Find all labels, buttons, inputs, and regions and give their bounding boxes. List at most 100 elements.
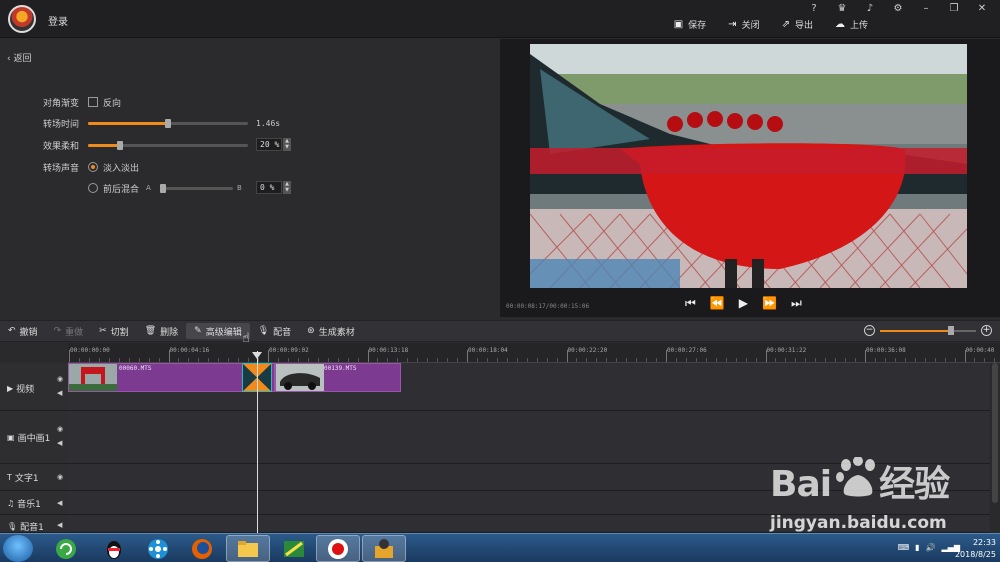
video-editor-window: 登录 ▣ 保存 ⇥ 关闭 ⇗ 导出 ☁ 上传 ? ♛ ♪ ⚙ – ❐ ✕ ‹ 返… <box>0 0 1000 562</box>
taskbar-app-6[interactable] <box>272 535 316 562</box>
user-avatar[interactable] <box>8 5 36 33</box>
dub-button[interactable]: 🎙 配音 <box>250 323 299 339</box>
network-icon[interactable]: ▮ <box>915 543 919 552</box>
duration-slider[interactable] <box>88 119 248 128</box>
taskbar-video-editor[interactable] <box>362 535 406 562</box>
softness-row: 效果柔和 20 % ▲ ▼ <box>0 138 500 152</box>
export-icon: ⇗ <box>781 19 790 30</box>
eye-icon[interactable]: ◉ <box>57 473 63 481</box>
taskbar-media[interactable] <box>136 535 180 562</box>
taskbar-explorer[interactable] <box>226 535 270 562</box>
minimize-button[interactable]: – <box>918 3 934 14</box>
skip-start-icon[interactable]: ⏮ <box>685 296 696 311</box>
mix-row: 前后混合 A B 0 % ▲ ▼ <box>0 181 500 195</box>
step-forward-icon[interactable]: ⏩ <box>762 296 777 311</box>
delete-button[interactable]: 🗑 删除 <box>137 323 186 339</box>
ruler-minor-tick <box>327 358 329 362</box>
back-button[interactable]: ‹ 返回 <box>7 51 32 64</box>
ruler-tick-label: 00:00:09:02 <box>269 347 309 354</box>
vip-icon[interactable]: ♛ <box>834 3 850 14</box>
zoom-slider-knob[interactable] <box>948 326 955 335</box>
skip-end-icon[interactable]: ⏭ <box>791 296 802 311</box>
ruler-minor-tick <box>457 358 459 362</box>
ruler-minor-tick <box>417 358 419 362</box>
maximize-button[interactable]: ❐ <box>946 3 962 14</box>
zoom-out-button[interactable]: − <box>864 325 875 336</box>
ruler-minor-tick <box>516 358 518 362</box>
step-back-icon[interactable]: ⏪ <box>710 296 725 311</box>
ruler-minor-tick <box>506 358 508 362</box>
mix-slider[interactable] <box>160 184 233 193</box>
eye-icon[interactable]: ◉ <box>57 425 63 433</box>
close-window-button[interactable]: ✕ <box>974 3 990 14</box>
cut-button[interactable]: ✂ 切割 <box>91 323 137 339</box>
softness-slider[interactable] <box>88 141 248 150</box>
zoom-in-button[interactable]: + <box>981 325 992 336</box>
start-button[interactable] <box>3 535 33 562</box>
undo-icon: ↶ <box>8 326 16 336</box>
fade-radio[interactable] <box>88 162 98 172</box>
taskbar-clock[interactable]: 22:33 2018/8/25 <box>955 537 996 561</box>
help-button[interactable]: ? <box>806 3 822 14</box>
softness-input[interactable]: 20 % <box>256 138 282 151</box>
mix-radio[interactable] <box>88 183 98 193</box>
speaker-icon[interactable]: ◀ <box>57 389 62 397</box>
redo-label: 重做 <box>65 327 84 338</box>
watermark-url: jingyan.baidu.com <box>770 513 947 533</box>
timeline-scrollbar[interactable] <box>992 363 998 503</box>
close-project-button[interactable]: ⇥ 关闭 <box>728 18 759 31</box>
mix-spinner[interactable]: ▲ ▼ <box>283 181 291 194</box>
mix-slider-knob[interactable] <box>160 184 166 193</box>
keyboard-icon[interactable]: ⌨ <box>898 543 910 552</box>
advanced-edit-button[interactable]: ✎ 高级编辑 <box>186 323 250 339</box>
save-button[interactable]: ▣ 保存 <box>674 18 706 31</box>
export-label: 导出 <box>794 21 813 31</box>
taskbar-recorder[interactable] <box>316 535 360 562</box>
track-header-text: T 文字1 ◉ <box>0 464 68 491</box>
clip-00139[interactable]: 00139.MTS <box>275 363 401 392</box>
redo-button[interactable]: ↷ 重做 <box>46 323 92 339</box>
fade-label: 淡入淡出 <box>103 163 140 174</box>
speaker-icon[interactable]: ◀ <box>57 521 62 529</box>
volume-icon[interactable]: 🔊 <box>926 543 936 552</box>
taskbar-qq[interactable] <box>92 535 136 562</box>
qq-penguin-icon <box>107 540 121 559</box>
softness-slider-knob[interactable] <box>117 141 123 150</box>
time-ruler[interactable]: 00:00:00:00 00:00:04:16 00:00:09:02 00:00:1… <box>68 343 1000 363</box>
track-video[interactable]: 00060.MTS 00139.MTS <box>68 363 990 411</box>
ruler-minor-tick <box>815 358 817 362</box>
duration-slider-knob[interactable] <box>165 119 171 128</box>
ruler-minor-tick <box>646 358 648 362</box>
export-button[interactable]: ⇗ 导出 <box>782 18 813 31</box>
play-icon[interactable]: ▶ <box>739 296 748 311</box>
close-label: 关闭 <box>741 21 760 31</box>
duration-value: 1.46s <box>256 118 281 128</box>
ruler-minor-tick <box>357 358 359 362</box>
back-label: 返回 <box>13 54 32 64</box>
taskbar-app-1[interactable] <box>44 535 88 562</box>
ruler-minor-tick <box>616 358 618 362</box>
upload-button[interactable]: ☁ 上传 <box>835 18 868 31</box>
mix-input[interactable]: 0 % <box>256 181 282 194</box>
playhead-line[interactable] <box>257 351 258 533</box>
ruler-minor-tick <box>98 358 100 362</box>
notification-icon[interactable]: ♪ <box>862 3 878 14</box>
wedding-car-frame <box>530 44 967 288</box>
ruler-minor-tick <box>536 358 538 362</box>
ruler-minor-tick <box>377 358 379 362</box>
speaker-icon[interactable]: ◀ <box>57 439 62 447</box>
softness-spinner[interactable]: ▲ ▼ <box>283 138 291 151</box>
taskbar-firefox[interactable] <box>180 535 224 562</box>
ruler-minor-tick <box>974 358 976 362</box>
undo-button[interactable]: ↶ 撤销 <box>0 323 46 339</box>
reverse-checkbox[interactable] <box>88 97 98 107</box>
settings-gear-icon[interactable]: ⚙ <box>890 3 906 14</box>
transition-settings-panel: ‹ 返回 对角渐变 反向 转场时间 1.46s 效果柔和 20 % ▲ ▼ 转场… <box>0 39 500 317</box>
generate-label: 生成素材 <box>318 327 355 338</box>
ruler-minor-tick <box>675 358 677 362</box>
eye-icon[interactable]: ◉ <box>57 375 63 383</box>
track-header-voice: 🎙 配音1 ◀ <box>0 515 68 533</box>
login-link[interactable]: 登录 <box>48 13 68 28</box>
generate-button[interactable]: ⊛ 生成素材 <box>299 323 363 339</box>
speaker-icon[interactable]: ◀ <box>57 499 62 507</box>
